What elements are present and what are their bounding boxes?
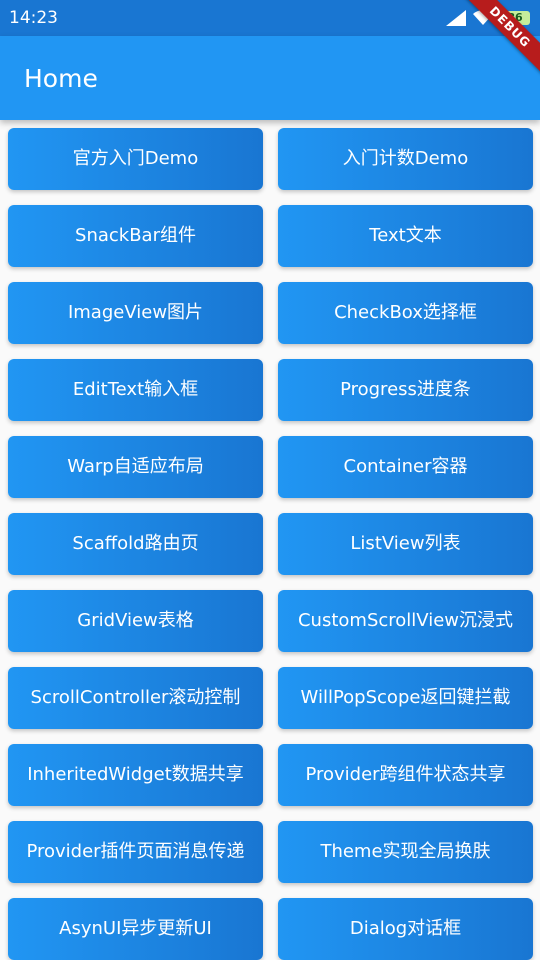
signal-icon	[446, 10, 466, 26]
demo-button[interactable]: GridView表格	[8, 590, 263, 652]
app-bar: Home	[0, 36, 540, 120]
demo-button[interactable]: Container容器	[278, 436, 533, 498]
demo-button[interactable]: Provider插件页面消息传递	[8, 821, 263, 883]
demo-button[interactable]: Text文本	[278, 205, 533, 267]
demo-button[interactable]: ListView列表	[278, 513, 533, 575]
demo-button[interactable]: Warp自适应布局	[8, 436, 263, 498]
demo-button[interactable]: ScrollController滚动控制	[8, 667, 263, 729]
demo-button[interactable]: 官方入门Demo	[8, 128, 263, 190]
demo-button[interactable]: WillPopScope返回键拦截	[278, 667, 533, 729]
demo-button[interactable]: ImageView图片	[8, 282, 263, 344]
demo-button[interactable]: Progress进度条	[278, 359, 533, 421]
demo-button[interactable]: Theme实现全局换肤	[278, 821, 533, 883]
battery-icon: 86	[500, 11, 530, 25]
demo-button-grid: 官方入门Demo 入门计数Demo SnackBar组件 Text文本 Imag…	[0, 120, 540, 960]
status-icons: 86	[446, 8, 530, 28]
demo-button[interactable]: CustomScrollView沉浸式	[278, 590, 533, 652]
demo-button[interactable]: InheritedWidget数据共享	[8, 744, 263, 806]
status-bar: 14:23 86	[0, 0, 540, 36]
demo-button[interactable]: Dialog对话框	[278, 898, 533, 960]
demo-button[interactable]: SnackBar组件	[8, 205, 263, 267]
page-title: Home	[24, 64, 98, 93]
wifi-icon	[473, 10, 493, 25]
status-time: 14:23	[9, 8, 58, 28]
demo-button[interactable]: Provider跨组件状态共享	[278, 744, 533, 806]
demo-button[interactable]: Scaffold路由页	[8, 513, 263, 575]
demo-button[interactable]: EditText输入框	[8, 359, 263, 421]
demo-button[interactable]: 入门计数Demo	[278, 128, 533, 190]
demo-button[interactable]: CheckBox选择框	[278, 282, 533, 344]
demo-button[interactable]: AsynUI异步更新UI	[8, 898, 263, 960]
